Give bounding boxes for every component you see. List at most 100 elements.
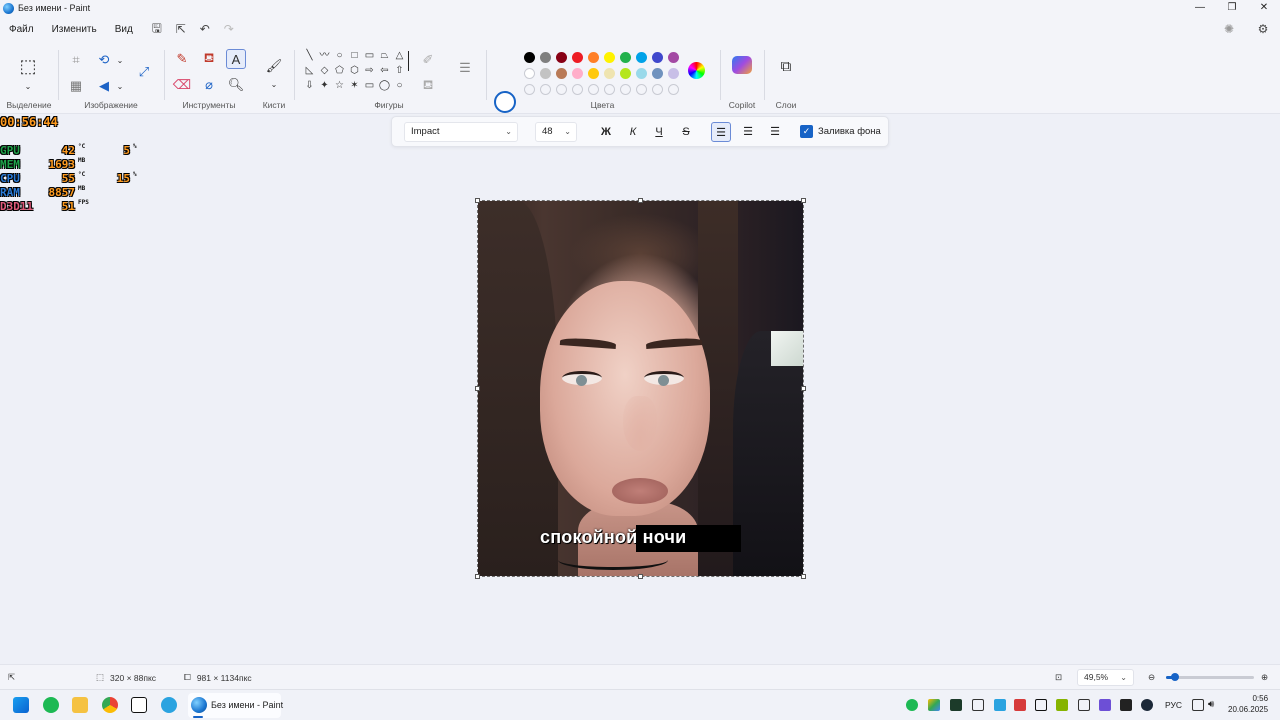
crop-icon[interactable]: ⌗: [66, 50, 86, 70]
resize-handle[interactable]: [801, 386, 806, 391]
font-family-select[interactable]: Impact ⌄: [404, 122, 518, 142]
align-left-button[interactable]: ☰: [711, 122, 731, 142]
tray-app-icon[interactable]: [1099, 699, 1111, 711]
stroke-size-icon[interactable]: ☰: [455, 58, 475, 78]
shape-8-icon[interactable]: ◇: [317, 63, 332, 78]
input-language[interactable]: РУС: [1165, 700, 1182, 710]
shape-11-icon[interactable]: ⇨: [362, 63, 377, 78]
font-size-select[interactable]: 48 ⌄: [535, 122, 577, 142]
tray-drive-icon[interactable]: [928, 699, 940, 711]
shape-7-icon[interactable]: ◺: [302, 63, 317, 78]
shape-6-icon[interactable]: △: [392, 48, 407, 63]
resize-icon[interactable]: ⤢: [134, 62, 154, 82]
tray-spotify-icon[interactable]: [906, 699, 918, 711]
pencil-icon[interactable]: ✎: [172, 49, 192, 69]
rectangle-select-icon[interactable]: ⬚: [18, 56, 38, 76]
shape-13-icon[interactable]: ⇧: [392, 63, 407, 78]
tray-display-icon[interactable]: [972, 699, 984, 711]
flip-chevron-icon[interactable]: ⌄: [110, 76, 130, 96]
resize-handle[interactable]: [475, 574, 480, 579]
tray-telegram-icon[interactable]: [994, 699, 1006, 711]
tray-app-icon[interactable]: [1120, 699, 1132, 711]
brush-icon[interactable]: 🖌︎: [264, 56, 284, 76]
strikethrough-button[interactable]: S: [676, 122, 696, 142]
text-tool-icon[interactable]: A: [226, 49, 246, 69]
shape-3-icon[interactable]: □: [347, 48, 362, 63]
close-button[interactable]: ✕: [1248, 0, 1280, 16]
color-picker-icon[interactable]: ⌀: [199, 75, 219, 95]
menu-file[interactable]: Файл: [0, 24, 43, 35]
account-icon[interactable]: ✺: [1220, 20, 1238, 38]
chevron-down-icon[interactable]: ⌄: [18, 76, 38, 96]
telegram-icon[interactable]: [161, 697, 177, 713]
volume-icon[interactable]: 🔊︎: [1208, 699, 1220, 711]
resize-handle[interactable]: [638, 198, 643, 203]
windows-start-icon[interactable]: [13, 697, 29, 713]
tray-steam-icon[interactable]: [1141, 699, 1153, 711]
shape-16-icon[interactable]: ☆: [332, 78, 347, 93]
copilot-icon[interactable]: [732, 56, 752, 74]
fit-to-window-icon[interactable]: ⊡: [1055, 672, 1062, 683]
settings-gear-icon[interactable]: ⚙: [1254, 20, 1272, 38]
shape-10-icon[interactable]: ⬡: [347, 63, 362, 78]
align-right-button[interactable]: ☰: [765, 122, 785, 142]
shape-19-icon[interactable]: ◯: [377, 78, 392, 93]
notion-icon[interactable]: [131, 697, 147, 713]
spotify-icon[interactable]: [43, 697, 59, 713]
shape-2-icon[interactable]: ○: [332, 48, 347, 63]
shape-20-icon[interactable]: ○: [392, 78, 407, 93]
maximize-button[interactable]: ❐: [1216, 0, 1248, 16]
shape-1-icon[interactable]: 〰: [317, 48, 332, 63]
chrome-icon[interactable]: [102, 697, 118, 713]
resize-handle[interactable]: [475, 386, 480, 391]
align-center-button[interactable]: ☰: [738, 122, 758, 142]
shape-4-icon[interactable]: ▭: [362, 48, 377, 63]
menu-edit[interactable]: Изменить: [43, 24, 106, 35]
rotate-chevron-icon[interactable]: ⌄: [110, 50, 130, 70]
shape-9-icon[interactable]: ⬠: [332, 63, 347, 78]
underline-button[interactable]: Ч: [649, 122, 669, 142]
tray-nvidia-icon[interactable]: [1056, 699, 1068, 711]
fill-bucket-icon[interactable]: ⛾: [199, 49, 219, 69]
fill-background-checkbox[interactable]: ✓: [800, 125, 813, 138]
resize-handle[interactable]: [638, 574, 643, 579]
menu-view[interactable]: Вид: [106, 24, 142, 35]
zoom-out-icon[interactable]: ⊖: [1148, 672, 1155, 683]
zoom-slider[interactable]: [1166, 673, 1254, 681]
shape-5-icon[interactable]: ⏢: [377, 48, 392, 63]
redo-icon[interactable]: ↷: [220, 20, 238, 38]
italic-button[interactable]: К: [623, 122, 643, 142]
save-icon[interactable]: 🖫: [148, 20, 166, 38]
network-icon[interactable]: [1192, 699, 1204, 711]
tray-app-icon[interactable]: [950, 699, 962, 711]
selection-group: ⬚ ⌄ Выделение: [0, 42, 58, 114]
share-icon[interactable]: ⇱: [172, 20, 190, 38]
shape-0-icon[interactable]: ╲: [302, 48, 317, 63]
shape-18-icon[interactable]: ▭: [362, 78, 377, 93]
zoom-slider-knob[interactable]: [1170, 673, 1179, 681]
tray-app-icon[interactable]: [1078, 699, 1090, 711]
shape-14-icon[interactable]: ⇩: [302, 78, 317, 93]
tray-afterburner-icon[interactable]: [1014, 699, 1026, 711]
taskbar-clock[interactable]: 0:56 20.06.2025: [1228, 693, 1268, 715]
shape-12-icon[interactable]: ⇦: [377, 63, 392, 78]
resize-handle[interactable]: [801, 574, 806, 579]
resize-handle[interactable]: [475, 198, 480, 203]
layers-icon[interactable]: ⧉: [776, 56, 796, 76]
shape-15-icon[interactable]: ✦: [317, 78, 332, 93]
outline-icon[interactable]: ✐: [418, 50, 438, 70]
zoom-select[interactable]: 49,5% ⌄: [1077, 669, 1134, 686]
undo-icon[interactable]: ↶: [196, 20, 214, 38]
shape-17-icon[interactable]: ✶: [347, 78, 362, 93]
zoom-in-icon[interactable]: ⊕: [1261, 672, 1268, 683]
minimize-button[interactable]: —: [1184, 0, 1216, 16]
magnifier-icon[interactable]: 🔍︎: [226, 75, 246, 95]
brush-chevron-icon[interactable]: ⌄: [264, 74, 284, 94]
tray-notion-icon[interactable]: [1035, 699, 1047, 711]
resize-handle[interactable]: [801, 198, 806, 203]
fill-icon[interactable]: ⛾: [418, 76, 438, 96]
file-explorer-icon[interactable]: [72, 697, 88, 713]
eraser-icon[interactable]: ⌫: [172, 75, 192, 95]
bold-button[interactable]: Ж: [596, 122, 616, 142]
remove-background-icon[interactable]: ▦: [66, 76, 86, 96]
